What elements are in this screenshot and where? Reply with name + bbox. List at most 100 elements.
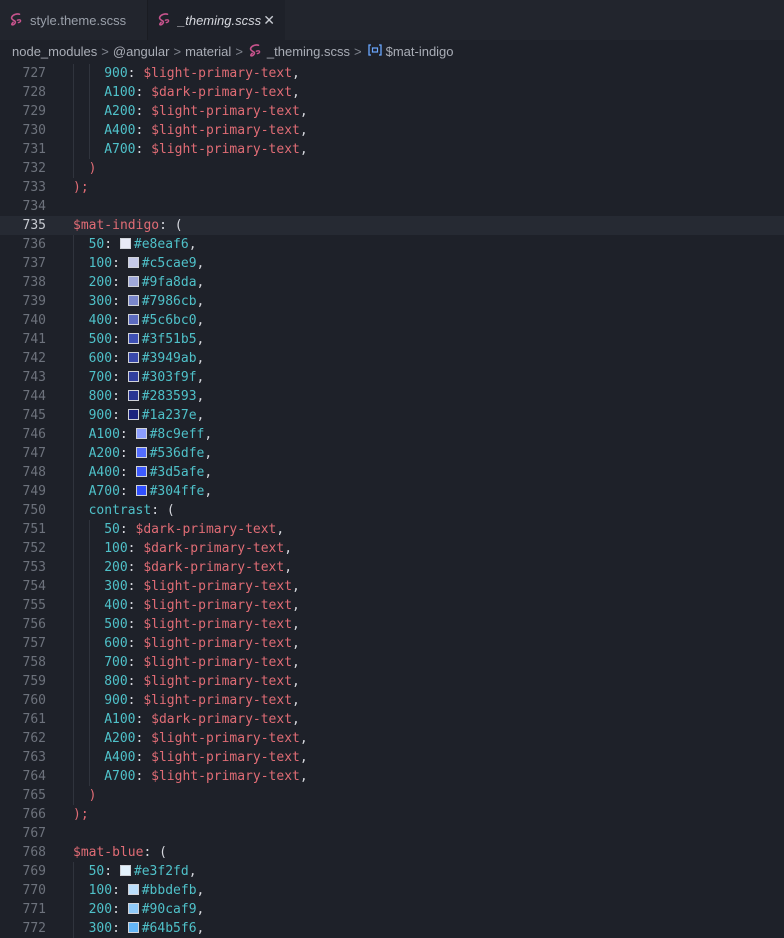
line-number: 742 <box>22 351 46 366</box>
close-icon[interactable]: ✕ <box>263 12 275 29</box>
color-swatch[interactable] <box>127 257 139 268</box>
code-line[interactable]: 729 A200: $light-primary-text, <box>0 102 784 121</box>
color-swatch[interactable] <box>135 485 147 496</box>
scss-variable: $light-primary-text <box>143 693 293 708</box>
punctuation: : ( <box>159 218 183 233</box>
code-line[interactable]: 746 A100: #8c9eff, <box>0 425 784 444</box>
indent-guide <box>88 121 90 140</box>
scss-variable: $mat-blue <box>73 845 144 860</box>
code-content: 900: #1a237e, <box>89 406 205 425</box>
code-editor[interactable]: 727 900: $light-primary-text, 728 A100: $da… <box>0 62 784 938</box>
code-line[interactable]: 760 900: $light-primary-text, <box>0 691 784 710</box>
map-key: 200 <box>104 560 128 575</box>
code-line[interactable]: 758 700: $light-primary-text, <box>0 653 784 672</box>
code-line[interactable]: 766); <box>0 805 784 824</box>
code-line[interactable]: 767 <box>0 824 784 843</box>
code-line[interactable]: 730 A400: $light-primary-text, <box>0 121 784 140</box>
code-line[interactable]: 768 $mat-blue: ( <box>0 843 784 862</box>
punctuation: : <box>127 541 144 556</box>
code-line[interactable]: 759 800: $light-primary-text, <box>0 672 784 691</box>
code-line[interactable]: 755 400: $light-primary-text, <box>0 596 784 615</box>
color-swatch[interactable] <box>127 371 139 382</box>
indent-guide <box>73 862 74 881</box>
map-key: 900 <box>88 408 113 423</box>
code-line[interactable]: 750 contrast: ( <box>0 501 784 520</box>
code-line[interactable]: 772 300: #64b5f6, <box>0 919 784 938</box>
breadcrumb-mat-indigo[interactable]: $mat-indigo <box>386 44 454 59</box>
code-line[interactable]: 765) <box>0 786 784 805</box>
breadcrumb-theming-scss[interactable]: _theming.scss <box>267 44 350 59</box>
code-line[interactable]: 735 $mat-indigo: ( <box>0 216 784 235</box>
code-line[interactable]: 739 300: #7986cb, <box>0 292 784 311</box>
code-line[interactable]: 769 50: #e3f2fd, <box>0 862 784 881</box>
breadcrumb-angular[interactable]: @angular <box>113 44 170 59</box>
punctuation: , <box>292 712 300 727</box>
code-line[interactable]: 744 800: #283593, <box>0 387 784 406</box>
code-line[interactable]: 770 100: #bbdefb, <box>0 881 784 900</box>
code-line[interactable]: 745 900: #1a237e, <box>0 406 784 425</box>
color-swatch[interactable] <box>135 428 147 439</box>
color-swatch[interactable] <box>127 884 139 895</box>
tab-theming-scss[interactable]: _theming.scss ✕ <box>148 0 285 40</box>
code-line[interactable]: 747 A200: #536dfe, <box>0 444 784 463</box>
color-swatch[interactable] <box>127 409 139 420</box>
color-swatch[interactable] <box>127 314 139 325</box>
code-line[interactable]: 738 200: #9fa8da, <box>0 273 784 292</box>
indent-guide <box>88 729 90 748</box>
color-swatch[interactable] <box>135 447 147 458</box>
code-line[interactable]: 733); <box>0 178 784 197</box>
code-line[interactable]: 732) <box>0 159 784 178</box>
color-swatch[interactable] <box>119 865 131 876</box>
line-number: 744 <box>22 389 46 404</box>
color-swatch[interactable] <box>127 903 139 914</box>
code-line[interactable]: 751 50: $dark-primary-text, <box>0 520 784 539</box>
code-line[interactable]: 749 A700: #304ffe, <box>0 482 784 501</box>
code-line[interactable]: 771 200: #90caf9, <box>0 900 784 919</box>
color-swatch[interactable] <box>127 333 139 344</box>
indent-guide <box>88 748 90 767</box>
color-swatch[interactable] <box>127 352 139 363</box>
code-line[interactable]: 731 A700: $light-primary-text, <box>0 140 784 159</box>
code-line[interactable]: 756 500: $light-primary-text, <box>0 615 784 634</box>
color-swatch[interactable] <box>119 238 131 249</box>
punctuation: , <box>204 465 213 480</box>
code-line[interactable]: 734 <box>0 197 784 216</box>
punctuation: : <box>119 484 136 499</box>
punctuation: , <box>299 750 308 765</box>
color-swatch[interactable] <box>127 276 139 287</box>
color-value: #64b5f6 <box>141 921 197 936</box>
map-key: 200 <box>88 902 113 917</box>
code-line[interactable]: 748 A400: #3d5afe, <box>0 463 784 482</box>
code-line[interactable]: 743 700: #303f9f, <box>0 368 784 387</box>
breadcrumb-node-modules[interactable]: node_modules <box>12 44 97 59</box>
code-line[interactable]: 727 900: $light-primary-text, <box>0 64 784 83</box>
code-line[interactable]: 761 A100: $dark-primary-text, <box>0 710 784 729</box>
code-content: $mat-blue: ( <box>73 843 167 862</box>
color-swatch[interactable] <box>127 390 139 401</box>
color-swatch[interactable] <box>127 295 139 306</box>
code-line[interactable]: 741 500: #3f51b5, <box>0 330 784 349</box>
code-line[interactable]: 736 50: #e8eaf6, <box>0 235 784 254</box>
breadcrumb-material[interactable]: material <box>185 44 231 59</box>
code-line[interactable]: 752 100: $dark-primary-text, <box>0 539 784 558</box>
punctuation: ); <box>73 180 89 195</box>
tab-style-theme-scss[interactable]: style.theme.scss <box>0 0 148 40</box>
code-line[interactable]: 757 600: $light-primary-text, <box>0 634 784 653</box>
code-line[interactable]: 740 400: #5c6bc0, <box>0 311 784 330</box>
code-line[interactable]: 728 A100: $dark-primary-text, <box>0 83 784 102</box>
code-line[interactable]: 742 600: #3949ab, <box>0 349 784 368</box>
map-key: 400 <box>104 598 128 613</box>
code-line[interactable]: 754 300: $light-primary-text, <box>0 577 784 596</box>
punctuation: , <box>204 446 213 461</box>
code-line[interactable]: 764 A700: $light-primary-text, <box>0 767 784 786</box>
code-line[interactable]: 762 A200: $light-primary-text, <box>0 729 784 748</box>
code-line[interactable]: 737 100: #c5cae9, <box>0 254 784 273</box>
punctuation: : <box>135 731 152 746</box>
punctuation: : <box>119 465 136 480</box>
code-line[interactable]: 763 A400: $light-primary-text, <box>0 748 784 767</box>
code-line[interactable]: 753 200: $dark-primary-text, <box>0 558 784 577</box>
tab-label: style.theme.scss <box>30 12 127 28</box>
color-swatch[interactable] <box>135 466 147 477</box>
code-content: A400: $light-primary-text, <box>104 121 308 140</box>
punctuation: : <box>112 313 128 328</box>
